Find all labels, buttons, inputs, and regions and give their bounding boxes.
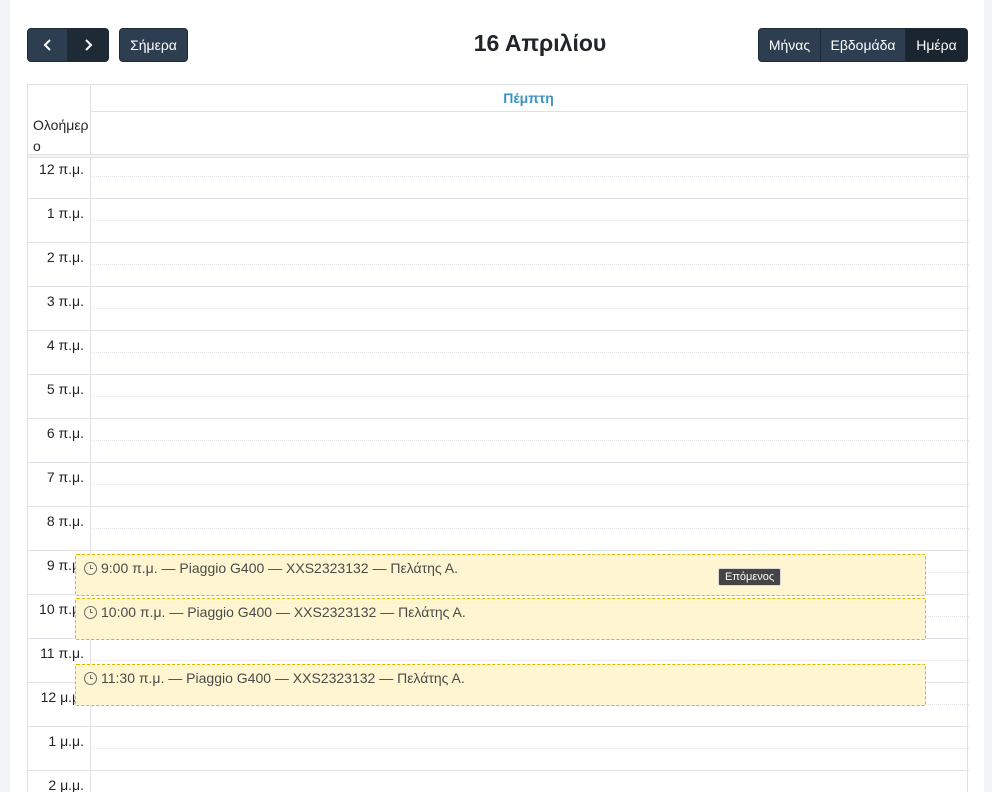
prev-button[interactable] (27, 28, 68, 62)
hour-label: 2 μ.μ. (48, 777, 84, 792)
half-hour-line (90, 264, 969, 265)
hour-line (28, 198, 969, 199)
half-hour-line (90, 308, 969, 309)
hour-line (28, 330, 969, 331)
event-text: 11:30 π.μ. — Piaggio G400 — XXS2323132 —… (101, 670, 465, 686)
event-text: 10:00 π.μ. — Piaggio G400 — XXS2323132 —… (101, 604, 466, 620)
hour-line (28, 418, 969, 419)
hour-line (28, 726, 969, 727)
half-hour-line (90, 748, 969, 749)
hour-label: 5 π.μ. (46, 381, 84, 397)
next-button[interactable] (67, 28, 109, 62)
half-hour-line (90, 484, 969, 485)
hour-label: 8 π.μ. (46, 513, 84, 529)
chevron-left-icon (43, 39, 51, 51)
half-hour-line (90, 220, 969, 221)
hour-line (28, 242, 969, 243)
clock-icon (84, 562, 97, 575)
week-view-button[interactable]: Εβδομάδα (820, 28, 906, 62)
half-hour-line (90, 440, 969, 441)
hour-label: 3 π.μ. (46, 293, 84, 309)
clock-icon (84, 606, 97, 619)
hour-line (28, 550, 969, 551)
half-hour-line (90, 396, 969, 397)
hour-line (28, 374, 969, 375)
hour-label: 12 π.μ. (39, 161, 84, 177)
month-view-button[interactable]: Μήνας (758, 28, 821, 62)
hour-line (28, 286, 969, 287)
calendar-title: 16 Απριλίου (473, 30, 607, 56)
column-header-day[interactable]: Πέμπτη (90, 85, 967, 112)
half-hour-line (90, 528, 969, 529)
tooltip: Επόμενος (718, 568, 782, 586)
day-view-button[interactable]: Ημέρα (905, 28, 968, 62)
half-hour-line (90, 176, 969, 177)
hour-line (28, 154, 969, 155)
hour-label: 4 π.μ. (46, 337, 84, 353)
hour-line (28, 770, 969, 771)
hour-label: 11 π.μ. (40, 645, 84, 661)
event-item[interactable]: 11:30 π.μ. — Piaggio G400 — XXS2323132 —… (75, 664, 926, 706)
hour-label: 6 π.μ. (46, 425, 84, 441)
hour-label: 1 π.μ. (46, 205, 84, 221)
hour-line (28, 462, 969, 463)
today-button[interactable]: Σήμερα (119, 28, 188, 62)
allday-label: Ολοήμερο (33, 117, 89, 154)
hour-label: 1 μ.μ. (48, 733, 84, 749)
half-hour-line (90, 352, 969, 353)
hour-line (28, 506, 969, 507)
clock-icon (84, 672, 97, 685)
chevron-right-icon (85, 39, 93, 51)
calendar-toolbar: Σήμερα 16 Απριλίου Μήνας Εβδομάδα Ημέρα (10, 0, 984, 80)
hour-label: 7 π.μ. (46, 469, 84, 485)
event-item[interactable]: 10:00 π.μ. — Piaggio G400 — XXS2323132 —… (75, 598, 926, 640)
half-hour-line (90, 660, 969, 661)
hour-label: 2 π.μ. (46, 249, 84, 265)
calendar-card: Σήμερα 16 Απριλίου Μήνας Εβδομάδα Ημέρα … (10, 0, 984, 792)
event-item[interactable]: 9:00 π.μ. — Piaggio G400 — XXS2323132 — … (75, 554, 926, 596)
event-text: 9:00 π.μ. — Piaggio G400 — XXS2323132 — … (101, 560, 458, 576)
